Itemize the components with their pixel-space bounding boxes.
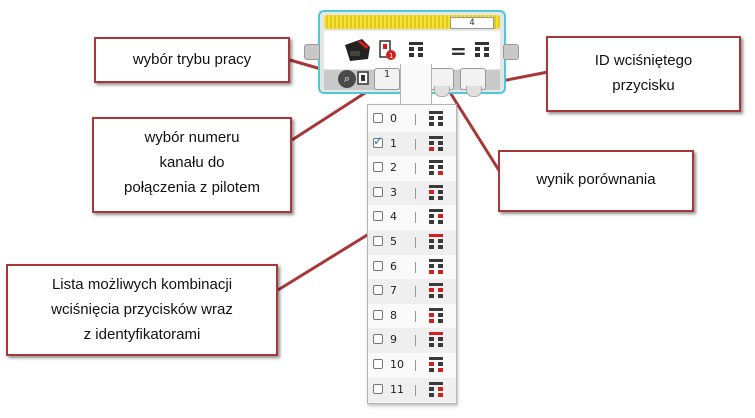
sequence-in-connector[interactable] bbox=[304, 44, 320, 60]
button-combination-list[interactable]: 0 ✓ 1 2 3 4 5 6 7 8 9 10 11 bbox=[367, 104, 457, 404]
list-item-id: 9 bbox=[390, 333, 397, 347]
checkbox[interactable]: ✓ bbox=[373, 134, 383, 148]
button-combination-icon bbox=[429, 307, 443, 323]
block-header: 4 bbox=[324, 15, 500, 29]
list-item-id: 3 bbox=[390, 185, 397, 199]
channel-value: 1 bbox=[383, 69, 391, 80]
callout-channel: wybór numeru kanału do połączenia z pilote… bbox=[92, 117, 292, 213]
divider bbox=[415, 163, 416, 175]
callout-button-id: ID wciśniętego przycisku bbox=[546, 36, 741, 112]
list-item[interactable]: 10 bbox=[368, 353, 456, 378]
checkbox[interactable] bbox=[373, 285, 383, 296]
compare-equals-icon: = bbox=[450, 39, 467, 63]
divider bbox=[415, 138, 416, 150]
list-item-id: 5 bbox=[390, 235, 397, 248]
callout-line: Lista możliwych kombinacji bbox=[51, 276, 233, 293]
callout-line: wynik porównania bbox=[536, 171, 656, 188]
button-combination-icon bbox=[429, 283, 443, 299]
list-item-id: 6 bbox=[390, 259, 397, 273]
divider bbox=[415, 237, 416, 248]
callout-line: z identyfikatorami bbox=[83, 326, 201, 343]
button-combination-icon bbox=[429, 135, 443, 151]
callout-line: wybór numeru bbox=[144, 129, 240, 146]
check-icon: ✓ bbox=[373, 133, 384, 148]
list-item[interactable]: 2 bbox=[368, 156, 456, 181]
list-item-id: 1 bbox=[390, 136, 397, 150]
list-item[interactable]: 3 bbox=[368, 180, 456, 206]
divider bbox=[415, 187, 416, 199]
checkbox[interactable] bbox=[373, 236, 383, 246]
button-combination-icon bbox=[429, 111, 443, 126]
mode-remote-icon bbox=[357, 71, 369, 85]
button-pattern-icon bbox=[409, 42, 423, 57]
svg-text:1: 1 bbox=[389, 52, 393, 60]
checkbox[interactable] bbox=[373, 260, 383, 271]
list-item[interactable]: 4 bbox=[368, 205, 456, 230]
button-combination-icon bbox=[429, 184, 443, 200]
button-combination-icon bbox=[429, 332, 443, 348]
remote-control-icon bbox=[345, 39, 370, 61]
callout-line: ID wciśniętego bbox=[594, 52, 693, 69]
list-item-id: 0 bbox=[390, 112, 397, 125]
callout-line: wybór trybu pracy bbox=[132, 51, 252, 68]
checkbox[interactable] bbox=[373, 334, 383, 345]
divider bbox=[415, 335, 416, 347]
button-id-output-plug[interactable] bbox=[460, 68, 486, 97]
list-item[interactable]: 0 bbox=[368, 107, 456, 132]
divider bbox=[415, 286, 416, 298]
button-id-output-icon bbox=[475, 42, 489, 57]
checkbox[interactable] bbox=[373, 383, 383, 394]
channel-input-plug[interactable]: 1 bbox=[374, 68, 400, 90]
sequence-out-connector[interactable] bbox=[503, 44, 519, 60]
list-item-id: 10 bbox=[390, 358, 404, 371]
divider bbox=[415, 384, 416, 396]
callout-line: wciśnięcia przycisków wraz bbox=[51, 301, 233, 318]
list-item[interactable]: 6 bbox=[368, 255, 456, 280]
list-item-id: 11 bbox=[390, 382, 404, 396]
list-item-id: 7 bbox=[390, 284, 397, 298]
checkbox[interactable] bbox=[373, 309, 383, 320]
checkbox[interactable] bbox=[373, 359, 383, 369]
divider bbox=[415, 212, 416, 224]
divider bbox=[415, 261, 416, 273]
callout-line: przycisku bbox=[612, 77, 675, 94]
checkbox[interactable] bbox=[373, 162, 383, 173]
list-item[interactable]: 5 bbox=[368, 230, 456, 255]
checkbox[interactable] bbox=[373, 211, 383, 222]
checkbox[interactable] bbox=[373, 113, 383, 123]
button-combination-icon bbox=[429, 160, 443, 176]
divider bbox=[415, 310, 416, 322]
callout-list: Lista możliwych kombinacji wciśnięcia prz… bbox=[6, 264, 278, 356]
dropdown-stem bbox=[400, 64, 432, 106]
button-combination-icon bbox=[429, 258, 443, 274]
list-item-id: 4 bbox=[390, 210, 397, 224]
callout-line: kanału do bbox=[159, 154, 225, 171]
divider bbox=[415, 360, 416, 371]
infrared-sensor-icon: 1 bbox=[379, 40, 396, 60]
divider bbox=[415, 114, 416, 125]
list-item-id: 8 bbox=[390, 308, 397, 322]
list-item[interactable]: 8 bbox=[368, 304, 456, 329]
checkbox[interactable] bbox=[373, 186, 383, 197]
callout-result: wynik porównania bbox=[498, 150, 694, 212]
mode-selector-icon[interactable]: ⌕ bbox=[338, 70, 356, 88]
button-combination-icon bbox=[429, 357, 443, 372]
button-combination-icon bbox=[429, 381, 443, 397]
callout-mode: wybór trybu pracy bbox=[94, 37, 290, 83]
callout-line: połączenia z pilotem bbox=[124, 179, 260, 196]
button-combination-icon bbox=[429, 209, 443, 225]
list-item[interactable]: 11 bbox=[368, 377, 456, 403]
button-combination-icon bbox=[429, 234, 443, 249]
list-item[interactable]: 9 bbox=[368, 328, 456, 353]
list-item[interactable]: 7 bbox=[368, 279, 456, 304]
list-item[interactable]: ✓ 1 bbox=[368, 131, 456, 157]
list-item-id: 2 bbox=[390, 161, 397, 175]
port-selector[interactable]: 4 bbox=[450, 17, 494, 29]
